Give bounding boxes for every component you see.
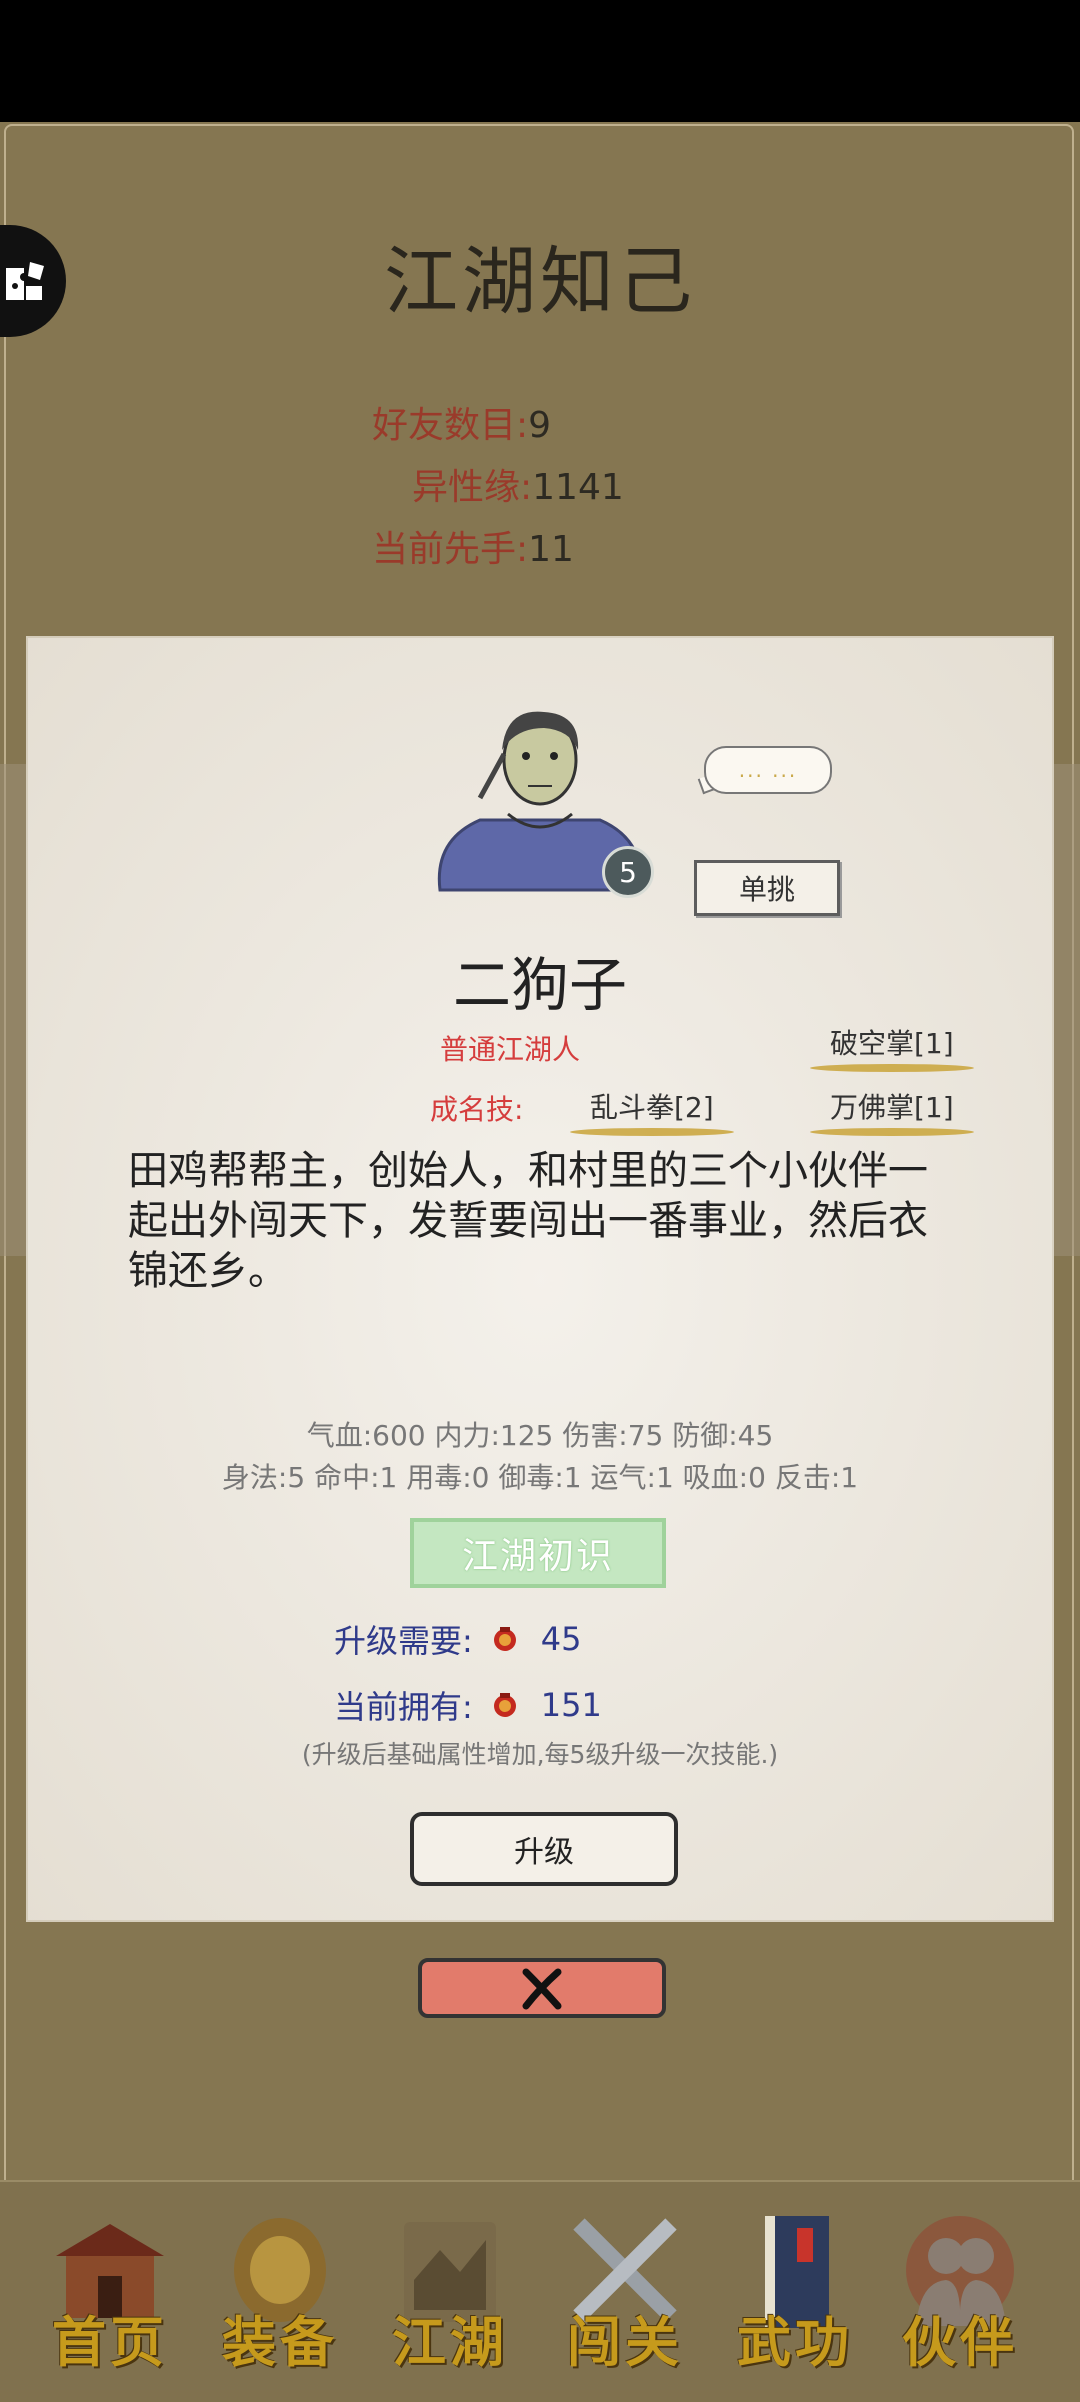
skill-item[interactable]: 万佛掌[1] <box>810 1086 974 1136</box>
skill-underline <box>810 1128 974 1136</box>
nav-home-label: 首页 <box>52 2310 168 2374</box>
character-description: 田鸡帮帮主，创始人，和村里的三个小伙伴一起出外闯天下，发誓要闯出一番事业，然后衣… <box>128 1148 928 1294</box>
charm-value: 1141 <box>532 467 624 508</box>
nav-companions[interactable]: 伙伴 <box>880 2210 1040 2380</box>
nav-home[interactable]: 首页 <box>30 2210 190 2380</box>
close-button[interactable] <box>418 1958 666 2018</box>
upgrade-cost-row: 升级需要: 45 <box>334 1616 582 1662</box>
initiative-stat: 当前先手:11 <box>372 520 574 572</box>
friend-count-label: 好友数目: <box>372 405 529 446</box>
skill-underline <box>570 1128 734 1136</box>
status-bar <box>0 0 1080 122</box>
nav-challenge[interactable]: 闯关 <box>545 2210 705 2380</box>
level-badge: 5 <box>602 846 654 898</box>
skill-underline <box>810 1064 974 1072</box>
owned-label: 当前拥有: <box>334 1688 473 1726</box>
close-icon <box>522 1968 562 2010</box>
red-gem-icon <box>493 1693 516 1717</box>
charm-stat: 异性缘:1141 <box>412 458 624 510</box>
page-title: 江湖知己 <box>384 239 696 325</box>
nav-martial-arts[interactable]: 武功 <box>715 2210 875 2380</box>
upgrade-cost-value: 45 <box>540 1620 582 1658</box>
skill-label: 破空掌[1] <box>830 1027 954 1060</box>
character-rank: 普通江湖人 <box>440 1033 581 1066</box>
nav-equipment[interactable]: 装备 <box>200 2210 360 2380</box>
nav-martial-arts-label: 武功 <box>737 2310 853 2374</box>
nav-equipment-label: 装备 <box>222 2310 338 2374</box>
attributes-primary: 气血:600 内力:125 伤害:75 防御:45 <box>306 1419 774 1452</box>
upgrade-button[interactable]: 升级 <box>410 1812 678 1886</box>
charm-label: 异性缘: <box>412 467 533 508</box>
friend-count-value: 9 <box>528 405 552 446</box>
duel-button[interactable]: 单挑 <box>694 860 840 916</box>
skill-label: 万佛掌[1] <box>830 1091 954 1124</box>
nav-jianghu[interactable]: 江湖 <box>370 2210 530 2380</box>
character-name: 二狗子 <box>452 951 627 1019</box>
signature-skill-label: 成名技: <box>430 1093 524 1126</box>
realm-badge: 江湖初识 <box>410 1518 666 1588</box>
speech-bubble: ... ... <box>704 746 832 794</box>
friend-count: 好友数目:9 <box>372 396 551 448</box>
skill-label: 乱斗拳[2] <box>590 1091 714 1124</box>
upgrade-cost-label: 升级需要: <box>334 1622 473 1660</box>
attributes-secondary: 身法:5 命中:1 用毒:0 御毒:1 运气:1 吸血:0 反击:1 <box>221 1461 859 1494</box>
upgrade-note: (升级后基础属性增加,每5级升级一次技能.) <box>301 1740 779 1769</box>
red-gem-icon <box>493 1627 516 1651</box>
owned-row: 当前拥有: 151 <box>334 1682 602 1728</box>
nav-companions-label: 伙伴 <box>902 2310 1018 2374</box>
initiative-label: 当前先手: <box>372 529 529 570</box>
skill-item[interactable]: 破空掌[1] <box>810 1022 974 1072</box>
nav-jianghu-label: 江湖 <box>392 2310 508 2374</box>
initiative-value: 11 <box>528 529 574 570</box>
skill-item[interactable]: 乱斗拳[2] <box>570 1086 734 1136</box>
owned-value: 151 <box>540 1686 602 1724</box>
nav-challenge-label: 闯关 <box>567 2310 683 2374</box>
